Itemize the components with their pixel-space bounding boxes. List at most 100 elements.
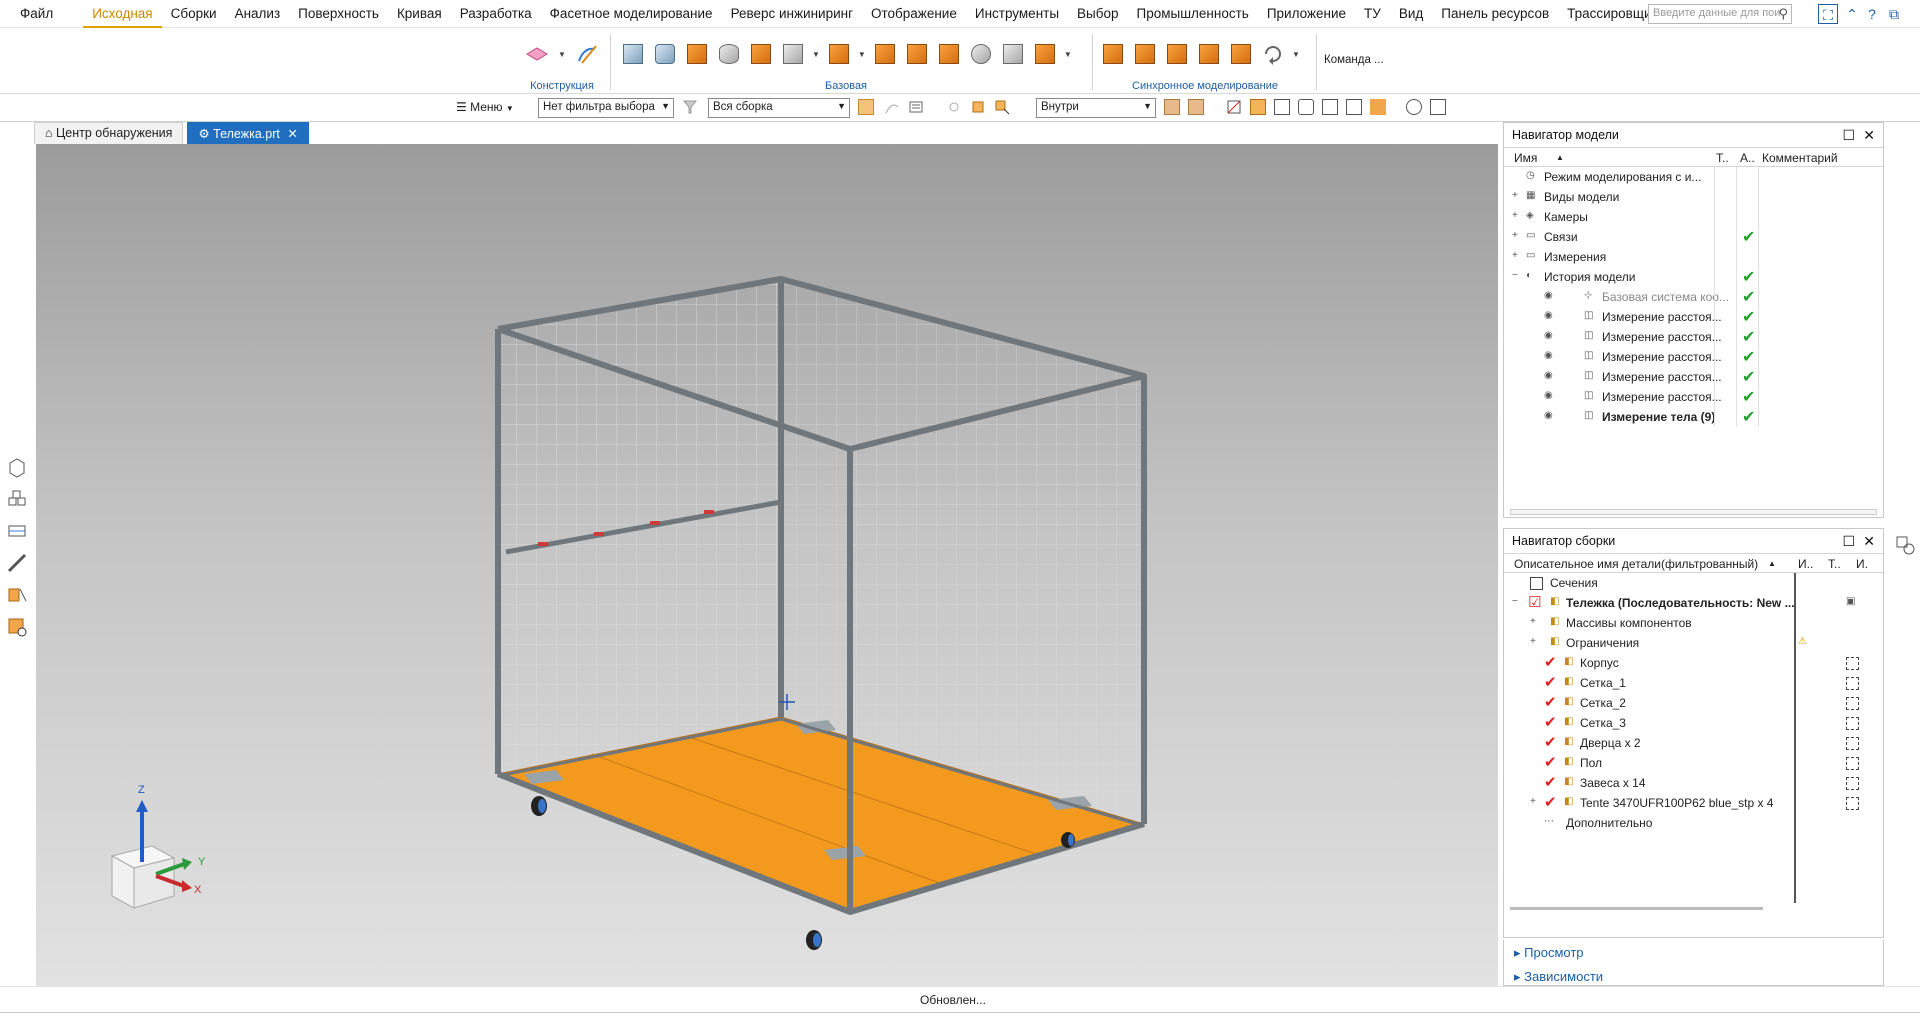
- assembly-tree-row[interactable]: ✔ ◧ Сетка_1: [1504, 673, 1883, 693]
- filter-reset-icon[interactable]: [682, 99, 698, 115]
- datum-plane-icon[interactable]: [524, 41, 550, 67]
- menu-item[interactable]: Панель ресурсов: [1432, 0, 1558, 28]
- reuse-library-icon[interactable]: [6, 584, 28, 606]
- unite-icon[interactable]: [748, 41, 774, 67]
- component-loaded-check-icon[interactable]: ✔: [1544, 773, 1557, 791]
- shell-icon[interactable]: [936, 41, 962, 67]
- assembly-tool-icon[interactable]: [1894, 534, 1916, 556]
- extrude-icon[interactable]: [620, 41, 646, 67]
- maximize-panel-icon[interactable]: ☐: [1842, 533, 1855, 550]
- visibility-eye-icon[interactable]: ◉: [1544, 330, 1553, 341]
- model-tree-row[interactable]: ◉ ◫ Измерение расстоя... ✔: [1504, 387, 1883, 407]
- visibility-eye-icon[interactable]: ◉: [1544, 350, 1553, 361]
- menu-item[interactable]: Реверс инжиниринг: [722, 0, 862, 28]
- model-tree-row[interactable]: + ▭ Связи ✔: [1504, 227, 1883, 247]
- assembly-tree-row[interactable]: ✔ ◧ Корпус: [1504, 653, 1883, 673]
- fit-view-icon[interactable]: [1274, 99, 1290, 115]
- pull-face-icon[interactable]: [1164, 41, 1190, 67]
- assembly-load-icon[interactable]: [1406, 99, 1422, 115]
- column-splitter[interactable]: [1794, 573, 1796, 903]
- revolve-icon[interactable]: [652, 41, 678, 67]
- component-loaded-check-icon[interactable]: ✔: [1544, 733, 1557, 751]
- component-loaded-check-icon[interactable]: ✔: [1544, 653, 1557, 671]
- menu-item[interactable]: Промышленность: [1128, 0, 1258, 28]
- selection-mode-select[interactable]: Внутри ▼: [1036, 98, 1156, 118]
- column-type[interactable]: Т..: [1716, 151, 1729, 165]
- dropdown-arrow-icon[interactable]: ▼: [558, 50, 566, 59]
- menu-item[interactable]: Инструменты: [966, 0, 1068, 28]
- menu-item[interactable]: Файл: [0, 0, 83, 28]
- assembly-tree-row[interactable]: + ◧ ⚠ Ограничения: [1504, 633, 1883, 653]
- component-loaded-check-icon[interactable]: ✔: [1544, 793, 1557, 811]
- hole-icon[interactable]: [684, 41, 710, 67]
- sketch-icon[interactable]: [574, 41, 600, 67]
- model-tree-row[interactable]: + ▭ Измерения: [1504, 247, 1883, 267]
- window-restore-icon[interactable]: ⧉: [1884, 4, 1904, 24]
- part-navigator-icon[interactable]: [6, 456, 28, 478]
- ruler-icon[interactable]: [6, 552, 28, 574]
- model-tree-row[interactable]: − ◐ История модели ✔: [1504, 267, 1883, 287]
- checkbox[interactable]: [1530, 577, 1543, 590]
- expand-icon[interactable]: +: [1530, 616, 1536, 627]
- close-panel-icon[interactable]: ✕: [1863, 533, 1875, 550]
- cylinder-icon[interactable]: [716, 41, 742, 67]
- menu-item[interactable]: Поверхность: [289, 0, 388, 28]
- help-icon[interactable]: ?: [1862, 4, 1882, 24]
- select-features-icon[interactable]: [858, 99, 874, 115]
- ribbon-group-label[interactable]: Конструкция: [520, 80, 604, 92]
- model-tree-row[interactable]: ◉ ◫ Измерение расстоя... ✔: [1504, 327, 1883, 347]
- dropdown-arrow-icon[interactable]: ▼: [812, 50, 820, 59]
- selection-scope-select[interactable]: Вся сборка ▼: [708, 98, 850, 118]
- orient-view-icon[interactable]: [1298, 99, 1314, 115]
- material-icon[interactable]: [1370, 99, 1386, 115]
- subtract-icon[interactable]: [780, 41, 806, 67]
- assembly-tree-row[interactable]: ✔ ◧ Сетка_2: [1504, 693, 1883, 713]
- component-loaded-check-icon[interactable]: ✔: [1544, 713, 1557, 731]
- collapse-ribbon-icon[interactable]: ⌃: [1842, 4, 1862, 24]
- assembly-tree-row[interactable]: − ☑ ◧ ▣ Тележка (Последовательность: New ...: [1504, 593, 1883, 613]
- ribbon-group-label[interactable]: Базовая: [736, 80, 956, 92]
- collapse-icon[interactable]: −: [1512, 270, 1518, 281]
- expand-icon[interactable]: +: [1530, 636, 1536, 647]
- assembly-check-icon[interactable]: ☑: [1528, 593, 1541, 611]
- delete-face-icon[interactable]: [1132, 41, 1158, 67]
- column-info[interactable]: И..: [1798, 557, 1813, 571]
- sort-ascending-icon[interactable]: ▲: [1768, 559, 1776, 568]
- menu-item[interactable]: Фасетное моделирование: [541, 0, 722, 28]
- component-loaded-check-icon[interactable]: ✔: [1544, 693, 1557, 711]
- cut-view-icon[interactable]: [1226, 99, 1242, 115]
- menu-item[interactable]: Приложение: [1258, 0, 1355, 28]
- pattern-feature-icon[interactable]: [968, 41, 994, 67]
- close-tab-icon[interactable]: ✕: [287, 127, 297, 141]
- assembly-tree-row[interactable]: + ✔ ◧ Tente 3470UFR100P62 blue_stp x 4: [1504, 793, 1883, 813]
- render-style-icon[interactable]: [1322, 99, 1338, 115]
- hd3d-tools-icon[interactable]: [6, 616, 28, 638]
- menu-item[interactable]: Вид: [1390, 0, 1432, 28]
- horizontal-scrollbar[interactable]: [1510, 509, 1877, 515]
- menu-item[interactable]: Анализ: [226, 0, 290, 28]
- assembly-tree-row[interactable]: ✔ ◧ Завеса x 14: [1504, 773, 1883, 793]
- horizontal-scrollbar[interactable]: [1510, 907, 1763, 910]
- dependencies-panel-toggle[interactable]: ▸ Зависимости: [1504, 964, 1883, 988]
- collapse-icon[interactable]: −: [1512, 596, 1518, 607]
- assembly-tree-row[interactable]: Сечения: [1504, 573, 1883, 593]
- command-search-input[interactable]: Введите данные для пои ⚲: [1648, 4, 1792, 24]
- quick-pick-icon[interactable]: [970, 99, 986, 115]
- column-i[interactable]: И.: [1856, 557, 1868, 571]
- show-all-icon[interactable]: [1188, 99, 1204, 115]
- assembly-tree-row[interactable]: + ◧ Массивы компонентов: [1504, 613, 1883, 633]
- assembly-settings-icon[interactable]: [1430, 99, 1446, 115]
- menu-item[interactable]: Сборки: [162, 0, 226, 28]
- visibility-eye-icon[interactable]: ◉: [1544, 290, 1553, 301]
- offset-region-icon[interactable]: [1196, 41, 1222, 67]
- menu-item[interactable]: Выбор: [1068, 0, 1127, 28]
- assembly-tree-row[interactable]: ✔ ◧ Дверца x 2: [1504, 733, 1883, 753]
- menu-item[interactable]: Разработка: [451, 0, 541, 28]
- expand-icon[interactable]: +: [1512, 230, 1518, 241]
- column-type[interactable]: Т..: [1828, 557, 1841, 571]
- expand-icon[interactable]: +: [1512, 210, 1518, 221]
- assembly-tree-row[interactable]: ✔ ◧ Сетка_3: [1504, 713, 1883, 733]
- selection-filter-select[interactable]: Нет фильтра выбора ▼: [538, 98, 674, 118]
- assembly-tree-row[interactable]: ✔ ◧ Пол: [1504, 753, 1883, 773]
- show-hidden-icon[interactable]: [1164, 99, 1180, 115]
